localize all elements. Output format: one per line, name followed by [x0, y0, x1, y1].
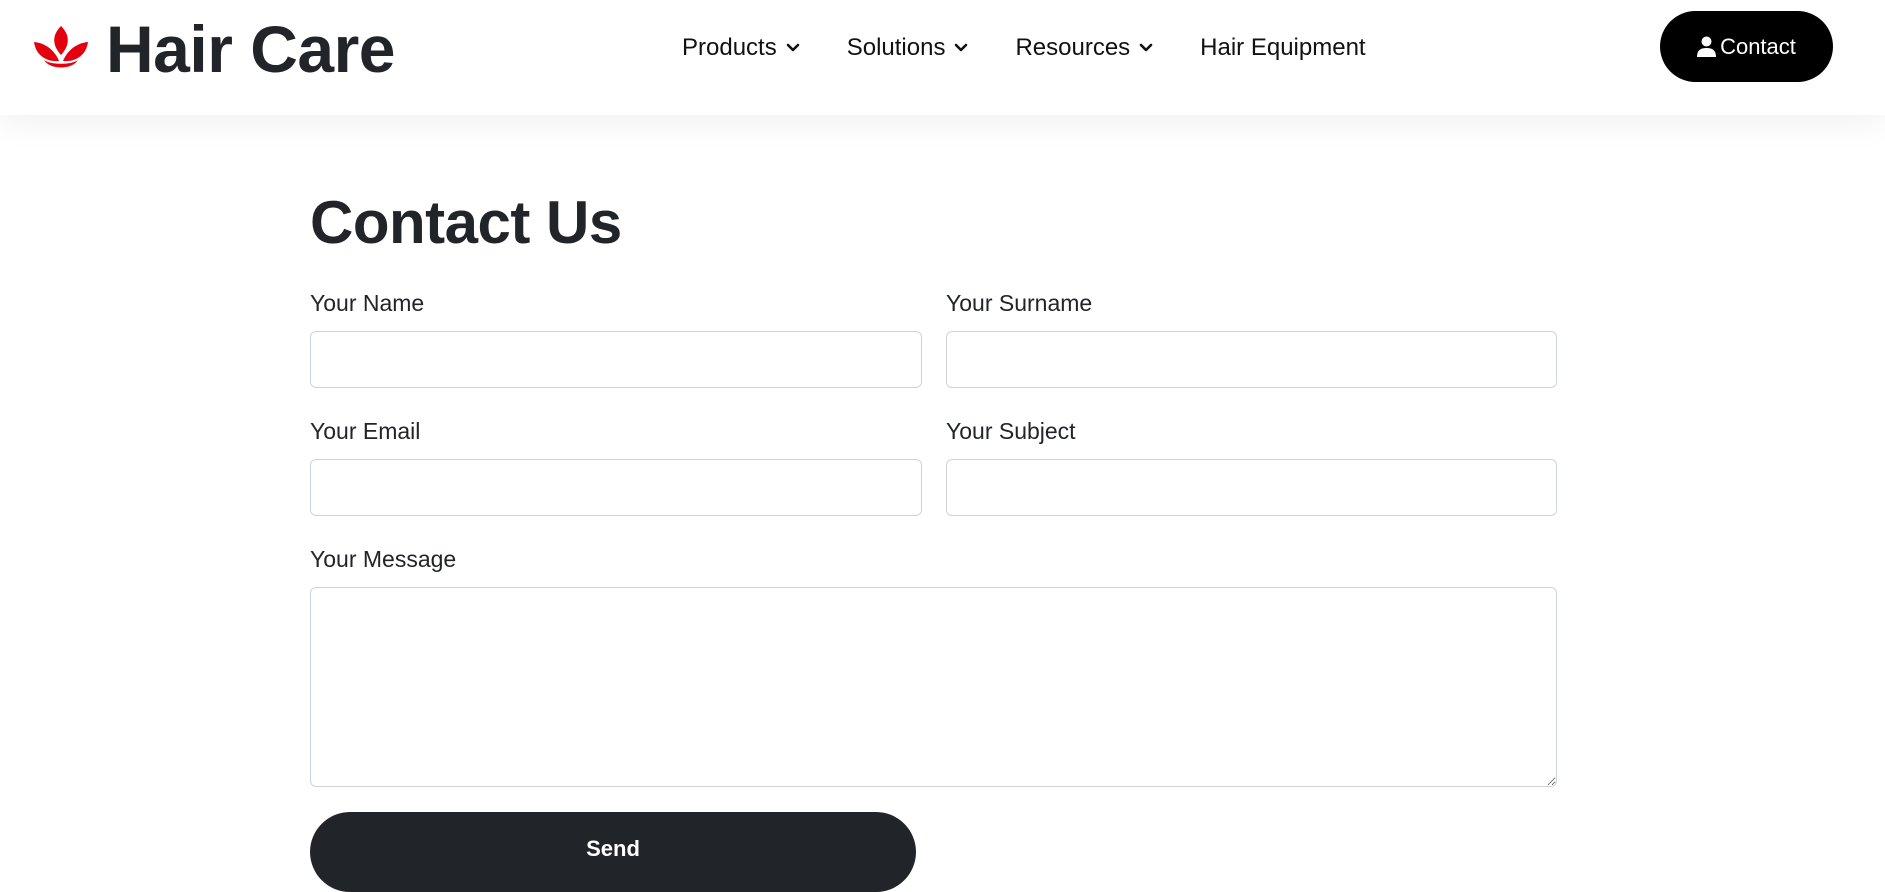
send-button[interactable]: Send: [310, 812, 916, 892]
main-nav: Products Solutions Resources Hair Equipm…: [682, 28, 1366, 68]
message-label: Your Message: [310, 546, 457, 572]
nav-resources[interactable]: Resources: [1015, 34, 1153, 62]
subject-input[interactable]: [946, 459, 1557, 516]
message-textarea[interactable]: [310, 587, 1557, 787]
contact-button[interactable]: Contact: [1660, 11, 1833, 82]
nav-solutions[interactable]: Solutions: [847, 34, 969, 62]
surname-label: Your Surname: [946, 290, 1093, 316]
contact-button-label: Contact: [1720, 33, 1796, 59]
chevron-down-icon: [786, 43, 800, 52]
page-title: Contact Us: [310, 189, 622, 256]
chevron-down-icon: [955, 43, 968, 52]
lotus-logo-icon: [34, 26, 88, 68]
surname-input[interactable]: [946, 331, 1557, 388]
nav-products[interactable]: Products: [682, 34, 800, 62]
brand-link[interactable]: Hair Care: [32, 12, 396, 86]
nav-label: Hair Equipment: [1200, 34, 1366, 61]
nav-label: Solutions: [846, 34, 946, 61]
nav-label: Resources: [1015, 34, 1131, 61]
site-header: Hair Care Products Solutions Resources H…: [0, 0, 1885, 115]
nav-hair-equipment[interactable]: Hair Equipment: [1200, 34, 1365, 62]
name-input[interactable]: [310, 331, 922, 388]
name-label: Your Name: [310, 290, 425, 316]
brand-name: Hair Care: [106, 12, 396, 86]
user-icon: [1697, 36, 1717, 57]
nav-label: Products: [682, 34, 777, 61]
chevron-down-icon: [1139, 43, 1153, 52]
email-input[interactable]: [310, 459, 922, 516]
subject-label: Your Subject: [946, 418, 1076, 444]
email-label: Your Email: [310, 418, 421, 444]
